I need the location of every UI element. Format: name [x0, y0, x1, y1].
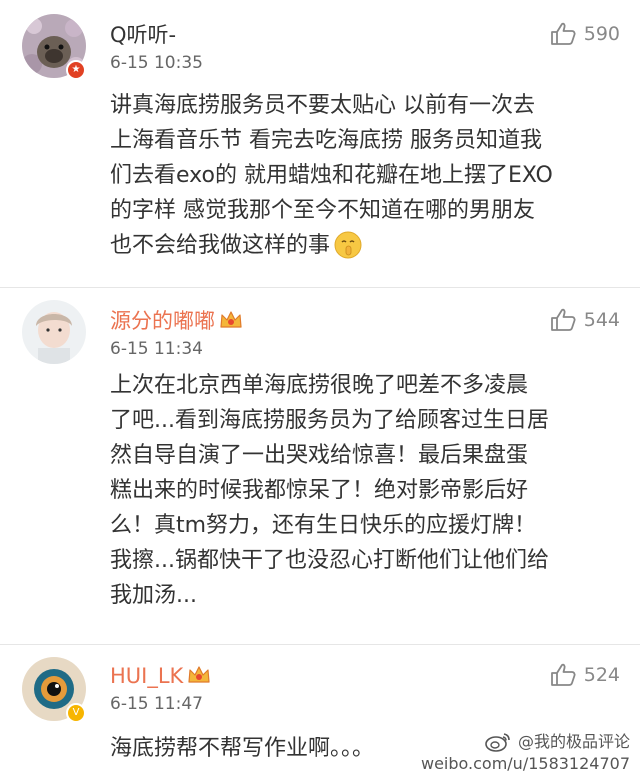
comment-text: 上次在北京西单海底捞很晚了吧差不多凌晨 了吧...看到海底捞服务员为了给顾客过生… [110, 373, 549, 608]
like-count: 590 [583, 23, 620, 45]
crown-icon [220, 311, 242, 328]
username-text: 源分的嘟嘟 [110, 309, 215, 333]
comment-time: 6-15 10:35 [110, 53, 203, 73]
comment-time: 6-15 11:34 [110, 339, 203, 359]
verified-badge-icon: V [66, 703, 86, 723]
like-button[interactable]: 544 [550, 308, 620, 332]
watermark-handle: @我的极品评论 [517, 732, 630, 751]
username-text: HUI_LK [110, 664, 184, 688]
avatar[interactable] [22, 300, 86, 364]
username[interactable]: Q听听- [110, 22, 176, 48]
watermark-url: weibo.com/u/1583124707 [420, 754, 630, 773]
crown-icon [188, 666, 210, 683]
thumbs-up-icon [550, 22, 576, 45]
watermark: @我的极品评论 weibo.com/u/1583124707 [421, 731, 630, 775]
comment-item: ★ Q听听- 6-15 10:35 590 讲真海底捞服务员不要太贴心 以前有一… [0, 0, 640, 287]
weibo-logo-icon [485, 733, 510, 752]
shh-emoji-icon [334, 231, 362, 259]
comment-item: 源分的嘟嘟 6-15 11:34 544 上次在北京西单海底捞很晚了吧差不多凌晨… [0, 288, 640, 644]
comment-text-content: 讲真海底捞服务员不要太贴心 以前有一次去 上海看音乐节 看完去吃海底捞 服务员知… [110, 93, 553, 258]
thumbs-up-icon [550, 308, 576, 331]
username[interactable]: 源分的嘟嘟 [110, 308, 243, 334]
comment-text: 讲真海底捞服务员不要太贴心 以前有一次去 上海看音乐节 看完去吃海底捞 服务员知… [110, 88, 620, 263]
like-button[interactable]: 590 [550, 22, 620, 46]
thumbs-up-icon [550, 663, 576, 686]
like-count: 524 [583, 664, 620, 686]
like-button[interactable]: 524 [550, 663, 620, 687]
verified-badge-icon: ★ [66, 60, 86, 80]
comment-time: 6-15 11:47 [110, 694, 203, 714]
username[interactable]: HUI_LK [110, 663, 211, 689]
like-count: 544 [583, 309, 620, 331]
